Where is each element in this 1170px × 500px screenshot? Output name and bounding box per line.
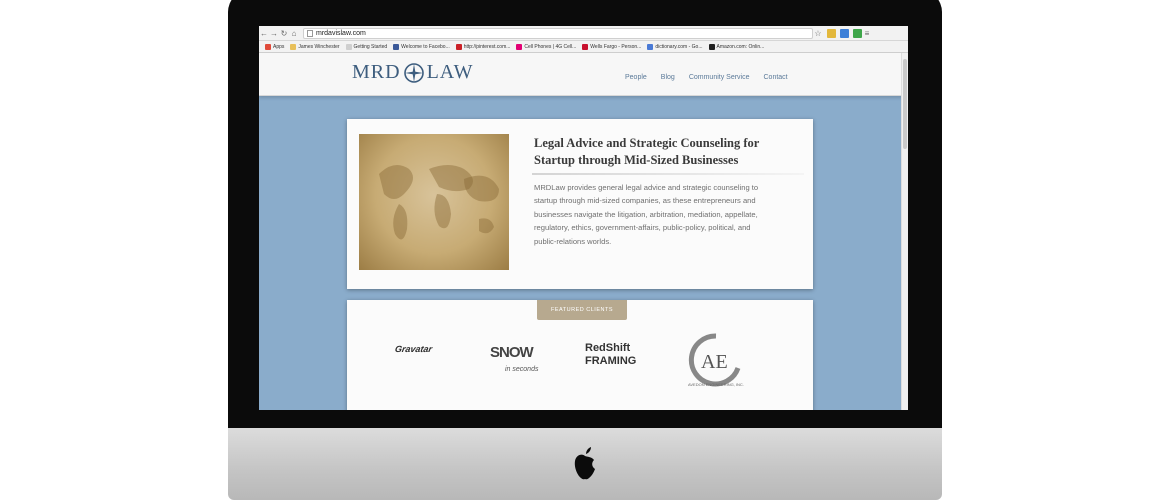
bookmark-label: Apps (273, 43, 285, 50)
bookmark-item[interactable]: Welcome to Facebo... (393, 43, 450, 50)
page-scrollbar[interactable] (901, 53, 908, 410)
page-headline: Legal Advice and Strategic Counseling fo… (534, 136, 760, 167)
browser-screen: ← → ↻ ⌂ mrdavislaw.com ☆ ≡ Apps James Win… (259, 26, 908, 410)
forward-icon[interactable]: → (269, 29, 279, 38)
address-url: mrdavislaw.com (316, 29, 366, 37)
apple-logo-icon (574, 447, 595, 480)
client-logo-4-text: AVEDON ENGINEERING, INC. (688, 382, 744, 387)
featured-clients-card: FEATURED CLIENTS Gravatar SNOW in second… (347, 300, 813, 410)
bookmark-item[interactable]: James Winchester (290, 43, 340, 50)
address-bar[interactable]: mrdavislaw.com (303, 27, 813, 39)
bookmark-label: http://pinterest.com... (463, 43, 511, 50)
nav-community-service[interactable]: Community Service (689, 74, 750, 81)
browser-toolbar: ← → ↻ ⌂ mrdavislaw.com ☆ ≡ (259, 26, 908, 41)
nav-blog[interactable]: Blog (661, 74, 675, 81)
page-icon (307, 29, 313, 37)
site-nav: People Blog Community Service Contact (625, 74, 802, 81)
bookmark-label: Getting Started (353, 43, 388, 50)
reload-icon[interactable]: ↻ (279, 29, 289, 38)
bookmark-label: James Winchester (298, 43, 340, 50)
bookmarks-bar: Apps James Winchester Getting Started Welco… (259, 41, 908, 53)
bookmark-item[interactable]: dictionary.com - Go... (647, 43, 703, 50)
bookmark-item[interactable]: Amazon.com: Onlin... (708, 43, 765, 50)
extension-icon[interactable] (840, 28, 849, 38)
world-map-image (359, 134, 509, 270)
client-logo-2-sub: in seconds (505, 366, 539, 373)
star-icon[interactable]: ☆ (813, 29, 823, 38)
bookmark-item[interactable]: http://pinterest.com... (455, 43, 511, 50)
client-logo-4[interactable]: AE AVEDON ENGINEERING, INC. (686, 330, 746, 390)
client-logo-1[interactable]: Gravatar (394, 344, 433, 354)
extension-icon[interactable] (827, 28, 836, 38)
bookmark-icon (516, 43, 523, 50)
bookmark-item[interactable]: Wells Fargo - Person... (582, 43, 642, 50)
divider (532, 173, 804, 175)
intro-card: Legal Advice and Strategic Counseling fo… (347, 119, 813, 289)
client-logo-2[interactable]: SNOW (490, 344, 534, 361)
intro-paragraph: MRDLaw provides general legal advice and… (534, 183, 759, 246)
bookmark-item[interactable]: Cell Phones | 4G Cell... (516, 43, 577, 50)
compass-icon (403, 62, 424, 83)
site-logo[interactable]: MRD LAW (352, 61, 474, 84)
client-logo-3-bottom: FRAMING (585, 355, 637, 367)
extension-icon[interactable] (853, 28, 862, 38)
bookmark-icon (708, 43, 715, 50)
bookmark-icon (265, 43, 271, 50)
bookmark-label: Wells Fargo - Person... (590, 43, 642, 50)
featured-clients-tag: FEATURED CLIENTS (537, 300, 627, 320)
back-icon[interactable]: ← (259, 29, 269, 38)
bookmark-icon (290, 43, 297, 50)
home-icon[interactable]: ⌂ (289, 29, 299, 38)
logo-text-right: LAW (426, 61, 474, 83)
bookmark-icon (455, 43, 462, 50)
bookmark-item[interactable]: Getting Started (345, 43, 388, 50)
bookmark-label: Amazon.com: Onlin... (716, 43, 765, 50)
bookmark-label: dictionary.com - Go... (655, 43, 703, 50)
bookmark-label: Cell Phones | 4G Cell... (524, 43, 577, 50)
logo-text-left: MRD (352, 61, 401, 83)
client-logo-3-top: RedShift (585, 342, 631, 354)
scrollbar-thumb[interactable] (903, 59, 907, 149)
svg-text:AE: AE (701, 351, 728, 373)
site-header: MRD LAW People Blog Community Service Co… (259, 53, 903, 96)
bookmark-icon (345, 43, 352, 50)
bookmark-item[interactable]: Apps (265, 43, 285, 50)
menu-icon[interactable]: ≡ (862, 29, 872, 38)
bookmark-icon (647, 43, 654, 50)
nav-people[interactable]: People (625, 74, 647, 81)
bookmark-icon (393, 43, 400, 50)
bookmark-label: Welcome to Facebo... (401, 43, 450, 50)
client-logo-3[interactable]: RedShift FRAMING (585, 342, 636, 368)
bookmark-icon (582, 43, 589, 50)
nav-contact[interactable]: Contact (764, 74, 788, 81)
